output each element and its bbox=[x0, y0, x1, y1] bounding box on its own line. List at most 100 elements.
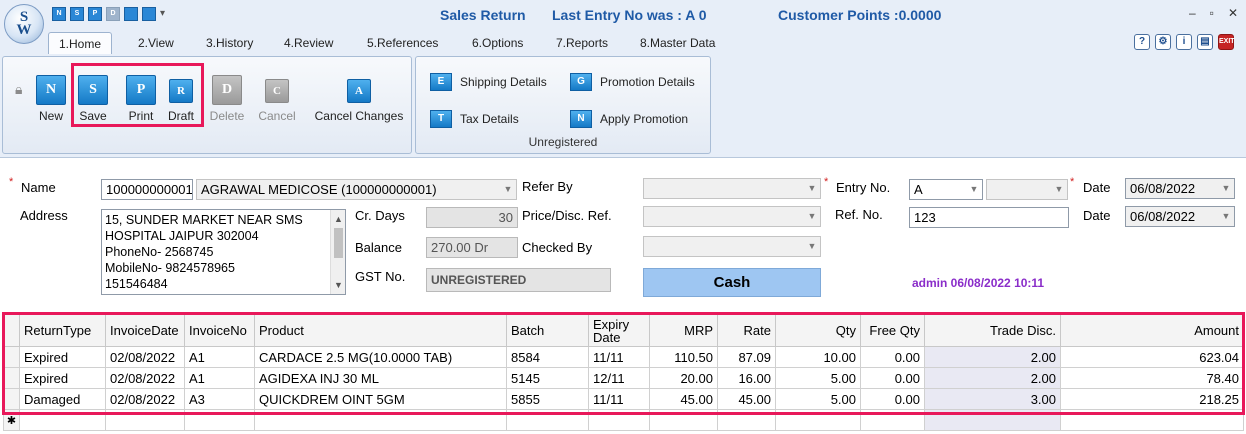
cell-batch[interactable]: 5145 bbox=[506, 367, 589, 389]
cell-amount[interactable]: 78.40 bbox=[1060, 367, 1244, 389]
scroll-down-icon[interactable]: ▼ bbox=[331, 277, 345, 293]
cell-return-type[interactable]: Expired bbox=[19, 346, 106, 368]
cell-trade-disc[interactable]: 2.00 bbox=[924, 346, 1061, 368]
exit-icon[interactable]: EXIT bbox=[1218, 34, 1235, 50]
new-cell[interactable] bbox=[184, 409, 255, 431]
col-invoice-no[interactable]: InvoiceNo bbox=[184, 314, 255, 347]
cell-invoice-no[interactable]: A1 bbox=[184, 346, 255, 368]
cash-button[interactable]: Cash bbox=[643, 268, 821, 297]
new-cell[interactable] bbox=[860, 409, 925, 431]
qat-print-icon[interactable]: P bbox=[88, 7, 102, 21]
col-amount[interactable]: Amount bbox=[1060, 314, 1244, 347]
new-cell[interactable] bbox=[1060, 409, 1244, 431]
cell-batch[interactable]: 5855 bbox=[506, 388, 589, 410]
cell-invoice-no[interactable]: A3 bbox=[184, 388, 255, 410]
new-cell[interactable] bbox=[19, 409, 106, 431]
qat-first-icon[interactable] bbox=[124, 7, 138, 21]
settings-icon[interactable]: ⚙ bbox=[1155, 34, 1171, 50]
tax-details-button[interactable]: T Tax Details bbox=[430, 110, 519, 128]
cell-product[interactable]: CARDACE 2.5 MG(10.0000 TAB) bbox=[254, 346, 507, 368]
qat-delete-icon[interactable]: D bbox=[106, 7, 120, 21]
cell-batch[interactable]: 8584 bbox=[506, 346, 589, 368]
app-logo[interactable]: SW bbox=[4, 4, 44, 44]
qat-last-icon[interactable] bbox=[142, 7, 156, 21]
cell-expiry[interactable]: 12/11 bbox=[588, 367, 650, 389]
new-row[interactable]: ✱ bbox=[3, 409, 1244, 431]
qat-save-icon[interactable]: S bbox=[70, 7, 84, 21]
cell-product[interactable]: QUICKDREM OINT 5GM bbox=[254, 388, 507, 410]
tab-home[interactable]: 1.Home bbox=[48, 32, 113, 54]
refer-by-select[interactable]: ▼ bbox=[643, 178, 821, 199]
col-return-type[interactable]: ReturnType bbox=[19, 314, 106, 347]
new-cell[interactable] bbox=[506, 409, 589, 431]
tab-history[interactable]: 3.History bbox=[196, 32, 263, 54]
new-cell[interactable] bbox=[924, 409, 1061, 431]
row-header[interactable] bbox=[3, 346, 20, 368]
cell-trade-disc[interactable]: 2.00 bbox=[924, 367, 1061, 389]
cell-qty[interactable]: 5.00 bbox=[775, 367, 861, 389]
col-invoice-date[interactable]: InvoiceDate bbox=[105, 314, 185, 347]
entry-series-select[interactable]: A ▼ bbox=[909, 179, 983, 200]
new-button[interactable]: N New bbox=[33, 75, 69, 123]
cell-return-type[interactable]: Expired bbox=[19, 367, 106, 389]
col-rate[interactable]: Rate bbox=[717, 314, 776, 347]
cell-free-qty[interactable]: 0.00 bbox=[860, 388, 925, 410]
new-cell[interactable] bbox=[717, 409, 776, 431]
cell-return-type[interactable]: Damaged bbox=[19, 388, 106, 410]
cell-qty[interactable]: 10.00 bbox=[775, 346, 861, 368]
restore-button[interactable]: ▫ bbox=[1210, 6, 1214, 20]
cell-free-qty[interactable]: 0.00 bbox=[860, 346, 925, 368]
tab-reports[interactable]: 7.Reports bbox=[546, 32, 618, 54]
cell-mrp[interactable]: 45.00 bbox=[649, 388, 718, 410]
cell-expiry[interactable]: 11/11 bbox=[588, 388, 650, 410]
help-icon[interactable]: ? bbox=[1134, 34, 1150, 50]
tab-view[interactable]: 2.View bbox=[128, 32, 184, 54]
cell-amount[interactable]: 218.25 bbox=[1060, 388, 1244, 410]
new-cell[interactable] bbox=[105, 409, 185, 431]
customer-code-input[interactable]: 100000000001 bbox=[101, 179, 193, 200]
tab-review[interactable]: 4.Review bbox=[274, 32, 343, 54]
table-row[interactable]: Expired 02/08/2022 A1 CARDACE 2.5 MG(10.… bbox=[3, 346, 1244, 368]
new-cell[interactable] bbox=[254, 409, 507, 431]
minimize-button[interactable]: – bbox=[1189, 6, 1196, 20]
new-cell[interactable] bbox=[588, 409, 650, 431]
address-scrollbar[interactable]: ▲ ▼ bbox=[330, 210, 345, 294]
scroll-up-icon[interactable]: ▲ bbox=[331, 211, 345, 227]
cancel-changes-button[interactable]: A Cancel Changes bbox=[309, 75, 409, 123]
col-product[interactable]: Product bbox=[254, 314, 507, 347]
table-row[interactable]: Damaged 02/08/2022 A3 QUICKDREM OINT 5GM… bbox=[3, 388, 1244, 410]
cell-invoice-no[interactable]: A1 bbox=[184, 367, 255, 389]
cell-trade-disc[interactable]: 3.00 bbox=[924, 388, 1061, 410]
customer-name-select[interactable]: AGRAWAL MEDICOSE (100000000001) ▼ bbox=[196, 179, 517, 200]
tab-options[interactable]: 6.Options bbox=[462, 32, 533, 54]
scroll-thumb[interactable] bbox=[334, 228, 343, 258]
new-cell[interactable] bbox=[775, 409, 861, 431]
cell-product[interactable]: AGIDEXA INJ 30 ML bbox=[254, 367, 507, 389]
cell-mrp[interactable]: 20.00 bbox=[649, 367, 718, 389]
new-cell[interactable] bbox=[649, 409, 718, 431]
cell-mrp[interactable]: 110.50 bbox=[649, 346, 718, 368]
col-expiry-date[interactable]: Expiry Date bbox=[588, 314, 650, 347]
col-trade-disc[interactable]: Trade Disc. bbox=[924, 314, 1061, 347]
address-textarea[interactable]: 15, SUNDER MARKET NEAR SMS HOSPITAL JAIP… bbox=[101, 209, 346, 295]
cell-rate[interactable]: 16.00 bbox=[717, 367, 776, 389]
col-free-qty[interactable]: Free Qty bbox=[860, 314, 925, 347]
info-icon[interactable]: i bbox=[1176, 34, 1192, 50]
cell-free-qty[interactable]: 0.00 bbox=[860, 367, 925, 389]
apply-promotion-button[interactable]: N Apply Promotion bbox=[570, 110, 688, 128]
cell-qty[interactable]: 5.00 bbox=[775, 388, 861, 410]
table-row[interactable]: Expired 02/08/2022 A1 AGIDEXA INJ 30 ML … bbox=[3, 367, 1244, 389]
cell-amount[interactable]: 623.04 bbox=[1060, 346, 1244, 368]
date-picker[interactable]: 06/08/2022 ▼ bbox=[1125, 178, 1235, 199]
tab-references[interactable]: 5.References bbox=[357, 32, 448, 54]
price-disc-ref-select[interactable]: ▼ bbox=[643, 206, 821, 227]
cell-invoice-date[interactable]: 02/08/2022 bbox=[105, 367, 185, 389]
delete-button[interactable]: D Delete bbox=[207, 75, 247, 123]
row-header[interactable] bbox=[3, 367, 20, 389]
cell-expiry[interactable]: 11/11 bbox=[588, 346, 650, 368]
ref-date-picker[interactable]: 06/08/2022 ▼ bbox=[1125, 206, 1235, 227]
cell-invoice-date[interactable]: 02/08/2022 bbox=[105, 388, 185, 410]
calculator-icon[interactable]: ▤ bbox=[1197, 34, 1213, 50]
cell-rate[interactable]: 87.09 bbox=[717, 346, 776, 368]
cell-rate[interactable]: 45.00 bbox=[717, 388, 776, 410]
